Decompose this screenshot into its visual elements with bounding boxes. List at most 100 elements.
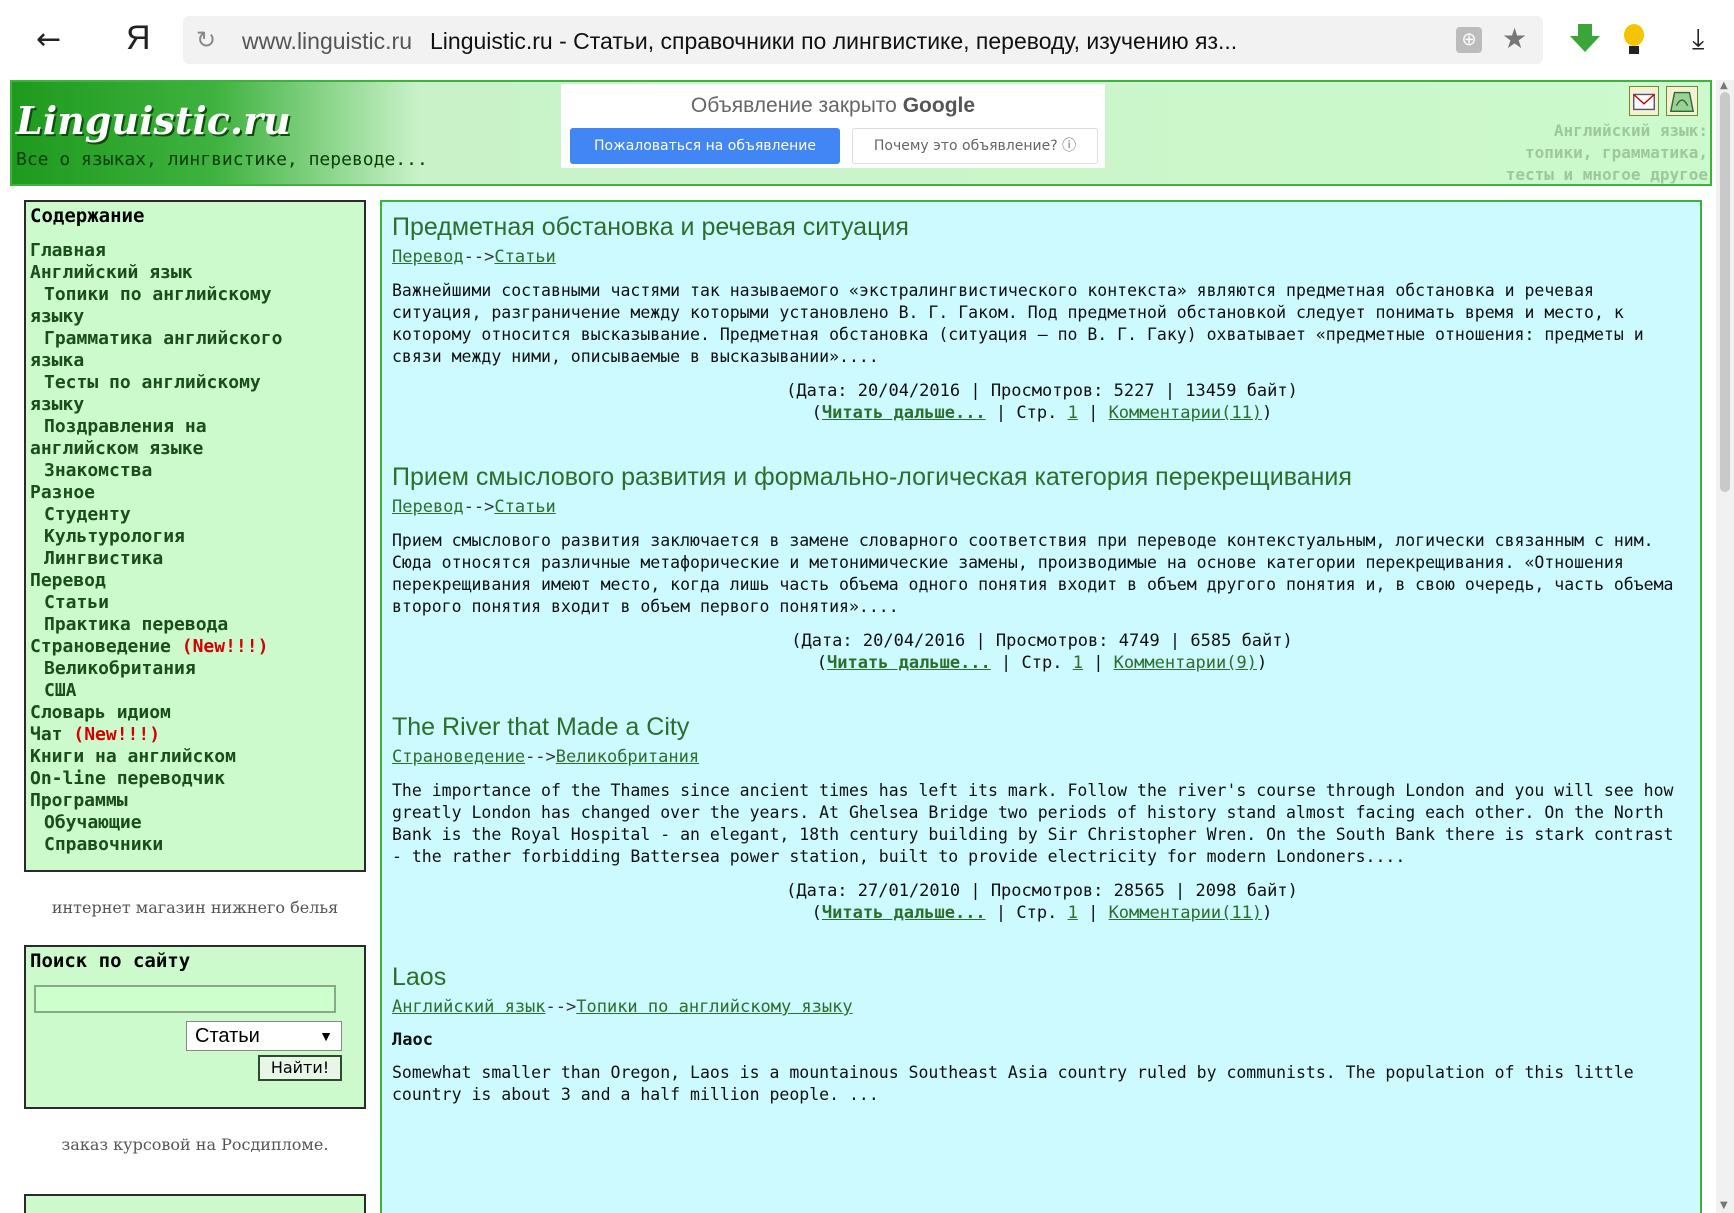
comments-link[interactable]: Комментарии(9) <box>1114 653 1257 673</box>
article-breadcrumb: Перевод-->Статьи <box>392 496 1692 518</box>
nav-item[interactable]: Поздравления на <box>30 416 360 438</box>
scroll-up-icon[interactable]: ▲ <box>1720 80 1728 91</box>
article-title[interactable]: Laos <box>392 962 1692 992</box>
nav-item[interactable]: Тесты по английскому <box>30 372 360 394</box>
nav-item[interactable]: Страноведение (New!!!) <box>30 636 360 658</box>
next-sidebar-box <box>24 1194 366 1213</box>
site-search-box: Поиск по сайту Статьи ▼ Найти! <box>24 945 366 1109</box>
article-title[interactable]: The River that Made a City <box>392 712 1692 742</box>
article-links: (Читать дальше... | Стр. 1 | Комментарии… <box>811 403 1273 423</box>
nav-item[interactable]: Знакомства <box>30 460 360 482</box>
ad-closed-message: Объявление закрыто Google <box>561 94 1105 118</box>
nav-item[interactable]: Перевод <box>30 570 360 592</box>
nav-item[interactable]: языка <box>30 350 360 372</box>
read-more-link[interactable]: Читать дальше... <box>827 653 991 673</box>
page-label: | Стр. <box>1001 653 1063 673</box>
nav-item[interactable]: Лингвистика <box>30 548 360 570</box>
promo-line: Английский язык: <box>1553 121 1708 140</box>
address-page-title[interactable]: Linguistic.ru - Статьи, справочники по л… <box>430 26 1237 56</box>
article-stats: (Дата: 20/04/2016 | Просмотров: 5227 | 1… <box>786 381 1298 401</box>
nav-item-label: Словарь идиом <box>30 702 171 723</box>
breadcrumb-separator: --> <box>463 247 495 267</box>
yandex-logo-icon[interactable]: Я <box>126 18 151 58</box>
search-category-value: Статьи <box>195 1025 260 1047</box>
nav-item[interactable]: Великобритания <box>30 658 360 680</box>
lingerie-ad-link[interactable]: интернет магазин нижнего белья <box>24 898 366 917</box>
reload-icon[interactable]: ↻ <box>196 24 216 56</box>
page-link[interactable]: 1 <box>1068 903 1078 923</box>
nav-item-label: On-line переводчик <box>30 768 226 789</box>
nav-item[interactable]: Программы <box>30 790 360 812</box>
nav-item[interactable]: языку <box>30 394 360 416</box>
article-links: (Читать дальше... | Стр. 1 | Комментарии… <box>816 653 1268 673</box>
comments-link[interactable]: Комментарии(11) <box>1109 903 1263 923</box>
search-submit-button[interactable]: Найти! <box>258 1055 342 1081</box>
nav-item[interactable]: Топики по английскому <box>30 284 360 306</box>
nav-item[interactable]: английском языке <box>30 438 360 460</box>
contact-icon[interactable] <box>1629 86 1659 116</box>
nav-item[interactable]: Чат (New!!!) <box>30 724 360 746</box>
article-title[interactable]: Предметная обстановка и речевая ситуация <box>392 212 1692 242</box>
breadcrumb-separator: --> <box>545 997 577 1017</box>
nav-item-label: английском языке <box>30 438 204 459</box>
article-meta: (Дата: 27/01/2010 | Просмотров: 28565 | … <box>392 880 1692 924</box>
breadcrumb-link[interactable]: Перевод <box>392 497 464 517</box>
bookmark-star-icon[interactable]: ★ <box>1502 22 1527 56</box>
left-sidebar: Содержание Главная Английский язык Топики … <box>24 200 366 1213</box>
breadcrumb-link[interactable]: Великобритания <box>556 747 699 767</box>
nav-item[interactable]: Обучающие <box>30 812 360 834</box>
home-icon[interactable] <box>1666 86 1698 116</box>
nav-item[interactable]: Книги на английском <box>30 746 360 768</box>
globe-icon[interactable]: ⊕ <box>1456 27 1482 53</box>
breadcrumb-link[interactable]: Топики по английскому языку <box>576 997 852 1017</box>
scrollbar-thumb[interactable] <box>1720 92 1730 492</box>
back-arrow-icon[interactable]: ← <box>36 22 61 58</box>
scroll-down-icon[interactable]: ▼ <box>1720 1200 1728 1211</box>
nav-item[interactable]: Культурология <box>30 526 360 548</box>
report-ad-button[interactable]: Пожаловаться на объявление <box>570 128 840 164</box>
nav-item[interactable]: Статьи <box>30 592 360 614</box>
nav-item-label: Поздравления на <box>44 416 207 437</box>
nav-item[interactable]: Разное <box>30 482 360 504</box>
lightbulb-extension-icon[interactable] <box>1620 22 1648 58</box>
nav-item[interactable]: On-line переводчик <box>30 768 360 790</box>
download-extension-icon[interactable] <box>1568 22 1602 56</box>
comments-link[interactable]: Комментарии(11) <box>1109 403 1263 423</box>
why-this-ad-button[interactable]: Почему это объявление? ⓘ <box>852 128 1098 164</box>
article-title[interactable]: Прием смыслового развития и формально-ло… <box>392 462 1692 492</box>
nav-item-label: Практика перевода <box>44 614 229 635</box>
nav-item-label: Лингвистика <box>44 548 164 569</box>
article-links: (Читать дальше... | Стр. 1 | Комментарии… <box>811 903 1273 923</box>
address-domain[interactable]: www.linguistic.ru <box>242 26 412 56</box>
read-more-link[interactable]: Читать дальше... <box>822 403 986 423</box>
nav-item[interactable]: Справочники <box>30 834 360 856</box>
article-stats: (Дата: 27/01/2010 | Просмотров: 28565 | … <box>786 881 1298 901</box>
read-more-link[interactable]: Читать дальше... <box>822 903 986 923</box>
nav-item[interactable]: Английский язык <box>30 262 360 284</box>
page-link[interactable]: 1 <box>1073 653 1083 673</box>
english-promo-link[interactable]: Английский язык: топики, грамматика, тес… <box>1506 120 1708 186</box>
nav-item[interactable]: Словарь идиом <box>30 702 360 724</box>
coursework-ad-link[interactable]: заказ курсовой на Росдипломе. <box>24 1135 366 1154</box>
search-input[interactable] <box>34 985 336 1013</box>
page-link[interactable]: 1 <box>1068 403 1078 423</box>
site-title[interactable]: Linguistic.ru <box>16 98 291 144</box>
downloads-icon[interactable]: ⤓ <box>1692 22 1704 56</box>
nav-item[interactable]: США <box>30 680 360 702</box>
breadcrumb-link[interactable]: Статьи <box>494 497 555 517</box>
search-controls: Статьи ▼ Найти! <box>30 1013 360 1081</box>
nav-item-label: Знакомства <box>44 460 153 481</box>
breadcrumb-link[interactable]: Английский язык <box>392 997 546 1017</box>
nav-item[interactable]: Практика перевода <box>30 614 360 636</box>
breadcrumb-link[interactable]: Статьи <box>494 247 555 267</box>
nav-item[interactable]: языку <box>30 306 360 328</box>
nav-item[interactable]: Главная <box>30 240 360 262</box>
breadcrumb-link[interactable]: Страноведение <box>392 747 525 767</box>
article-excerpt: The importance of the Thames since ancie… <box>392 781 1674 866</box>
search-category-select[interactable]: Статьи ▼ <box>186 1021 342 1051</box>
page-scrollbar[interactable]: ▲ ▼ <box>1716 80 1734 1213</box>
nav-item-label: Программы <box>30 790 128 811</box>
nav-item[interactable]: Грамматика английского <box>30 328 360 350</box>
breadcrumb-link[interactable]: Перевод <box>392 247 464 267</box>
nav-item[interactable]: Студенту <box>30 504 360 526</box>
